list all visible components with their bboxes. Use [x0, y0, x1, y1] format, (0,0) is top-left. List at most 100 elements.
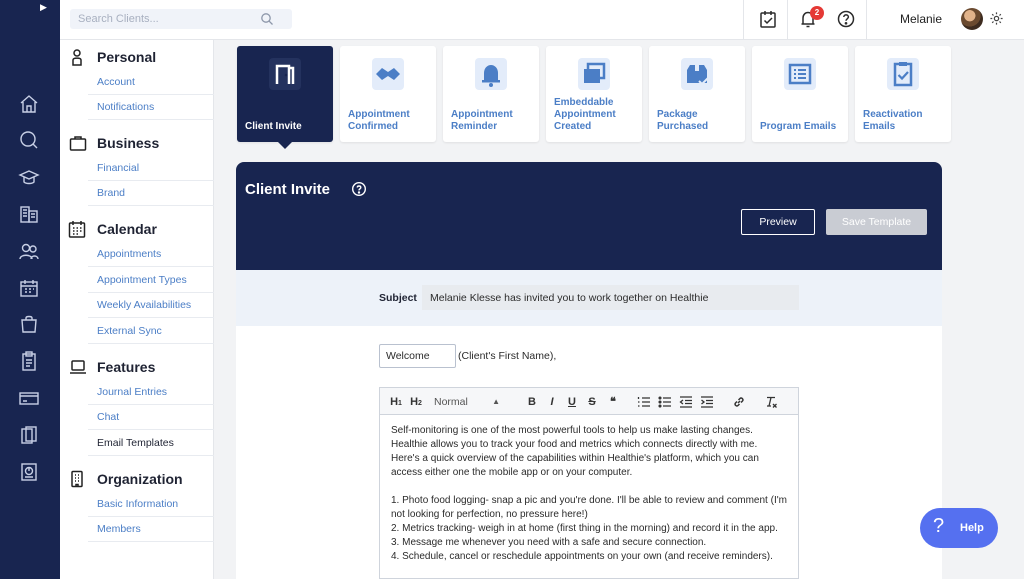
chat-icon[interactable]: [18, 129, 40, 151]
subject-row: Subject: [236, 270, 942, 326]
person-icon: [68, 48, 86, 66]
sidebar-item-appointments[interactable]: Appointments: [88, 242, 214, 267]
template-card-package-purchased[interactable]: Package Purchased: [649, 46, 745, 142]
template-card-reactivation-emails[interactable]: Reactivation Emails: [855, 46, 951, 142]
help-circle-icon[interactable]: [351, 181, 367, 197]
template-card-appointment-reminder[interactable]: Appointment Reminder: [443, 46, 539, 142]
subject-input[interactable]: [422, 285, 799, 310]
sidebar-item-account[interactable]: Account: [88, 70, 214, 95]
section-title: Business: [97, 135, 160, 151]
clear-formatting-icon[interactable]: [764, 394, 778, 410]
section-title: Organization: [97, 471, 183, 487]
blockquote-icon[interactable]: ❝: [606, 394, 620, 410]
template-card-client-invite[interactable]: Client Invite: [237, 46, 333, 142]
users-icon[interactable]: [18, 240, 40, 262]
body-paragraph: 3. Message me whenever you need with a s…: [391, 537, 707, 548]
list-icon: [780, 54, 820, 94]
sidebar-item-email-templates[interactable]: Email Templates: [88, 431, 214, 456]
link-icon[interactable]: [732, 394, 746, 410]
template-editor-header: Client Invite Preview Save Template: [236, 162, 942, 270]
settings-sidebar: Personal Account Notifications Business …: [60, 40, 214, 579]
greeting-input[interactable]: [379, 344, 456, 368]
search-input[interactable]: [70, 9, 260, 29]
template-card-embeddable-appointment-created[interactable]: Embeddable Appointment Created: [546, 46, 642, 142]
sidebar-item-appointment-types[interactable]: Appointment Types: [88, 268, 214, 293]
heading-2-button[interactable]: H2: [409, 394, 423, 410]
bold-button[interactable]: B: [526, 394, 538, 410]
format-select[interactable]: Normal ▲: [434, 394, 504, 410]
section-personal: Personal: [60, 42, 214, 70]
card-label: Embeddable Appointment Created: [554, 97, 616, 132]
card-label: Program Emails: [760, 121, 837, 132]
user-name[interactable]: Melanie: [900, 12, 942, 26]
ordered-list-icon[interactable]: [637, 394, 651, 410]
template-card-program-emails[interactable]: Program Emails: [752, 46, 848, 142]
search-icon[interactable]: [260, 12, 274, 26]
divider: [787, 0, 788, 40]
notification-count-badge: 2: [810, 6, 824, 20]
shopping-bag-icon[interactable]: [18, 313, 40, 335]
building-icon: [68, 470, 86, 488]
email-body-area: (Client's First Name), H1 H2 Normal▲ B I…: [236, 326, 942, 579]
sidebar-item-financial[interactable]: Financial: [88, 156, 214, 181]
reports-icon[interactable]: [18, 461, 40, 483]
calendar-grid-icon[interactable]: [18, 277, 40, 299]
clipboard-icon[interactable]: [18, 350, 40, 372]
gear-icon[interactable]: [989, 11, 1004, 26]
underline-button[interactable]: U: [566, 394, 578, 410]
door-icon: [265, 54, 305, 94]
windows-icon: [574, 54, 614, 94]
client-search: [70, 9, 292, 29]
divider: [866, 0, 867, 40]
card-label: Appointment Reminder: [451, 109, 513, 132]
section-title: Calendar: [97, 221, 157, 237]
sidebar-item-weekly-availabilities[interactable]: Weekly Availabilities: [88, 293, 214, 318]
help-question-icon[interactable]: [835, 8, 857, 30]
rich-text-toolbar: H1 H2 Normal ▲ B I U S ❝: [379, 387, 799, 415]
sidebar-item-chat[interactable]: Chat: [88, 405, 214, 430]
save-template-button[interactable]: Save Template: [826, 209, 927, 235]
active-card-pointer: [278, 142, 292, 149]
buildings-icon[interactable]: [18, 203, 40, 225]
package-icon: [677, 54, 717, 94]
strikethrough-button[interactable]: S: [586, 394, 598, 410]
tasks-checkbox-icon[interactable]: [757, 8, 779, 30]
handshake-icon: [368, 54, 408, 94]
avatar[interactable]: [961, 8, 983, 30]
outdent-icon[interactable]: [679, 394, 693, 410]
divider: [743, 0, 744, 40]
sidebar-item-notifications[interactable]: Notifications: [88, 95, 214, 120]
card-label: Client Invite: [245, 121, 302, 132]
body-paragraph: 1. Photo food logging- snap a pic and yo…: [391, 495, 787, 520]
sidebar-item-brand[interactable]: Brand: [88, 181, 214, 206]
section-calendar: Calendar: [60, 214, 214, 242]
card-label: Package Purchased: [657, 109, 709, 132]
indent-icon[interactable]: [700, 394, 714, 410]
graduation-cap-icon[interactable]: [18, 166, 40, 188]
email-body-editor[interactable]: Self-monitoring is one of the most power…: [379, 415, 799, 579]
documents-icon[interactable]: [18, 424, 40, 446]
nav-rail: ▶: [0, 0, 60, 579]
section-features: Features: [60, 352, 214, 380]
calendar-icon: [68, 220, 86, 238]
italic-button[interactable]: I: [546, 394, 558, 410]
bullet-list-icon[interactable]: [658, 394, 672, 410]
section-business: Business: [60, 128, 214, 156]
preview-button[interactable]: Preview: [741, 209, 815, 235]
credit-card-icon[interactable]: [18, 387, 40, 409]
sidebar-item-members[interactable]: Members: [88, 517, 214, 542]
sidebar-item-journal-entries[interactable]: Journal Entries: [88, 380, 214, 405]
body-paragraph: 2. Metrics tracking- weigh in at home (f…: [391, 523, 778, 534]
help-label: Help: [960, 522, 984, 534]
expand-rail-icon[interactable]: ▶: [40, 2, 52, 14]
body-paragraph: Self-monitoring is one of the most power…: [391, 425, 759, 478]
card-label: Appointment Confirmed: [348, 109, 410, 132]
help-button[interactable]: ? Help: [920, 508, 998, 548]
heading-1-button[interactable]: H1: [389, 394, 403, 410]
template-card-appointment-confirmed[interactable]: Appointment Confirmed: [340, 46, 436, 142]
sidebar-item-basic-information[interactable]: Basic Information: [88, 492, 214, 517]
sidebar-item-external-sync[interactable]: External Sync: [88, 319, 214, 344]
home-icon[interactable]: [18, 93, 40, 115]
section-organization: Organization: [60, 464, 214, 492]
card-label: Reactivation Emails: [863, 109, 923, 132]
